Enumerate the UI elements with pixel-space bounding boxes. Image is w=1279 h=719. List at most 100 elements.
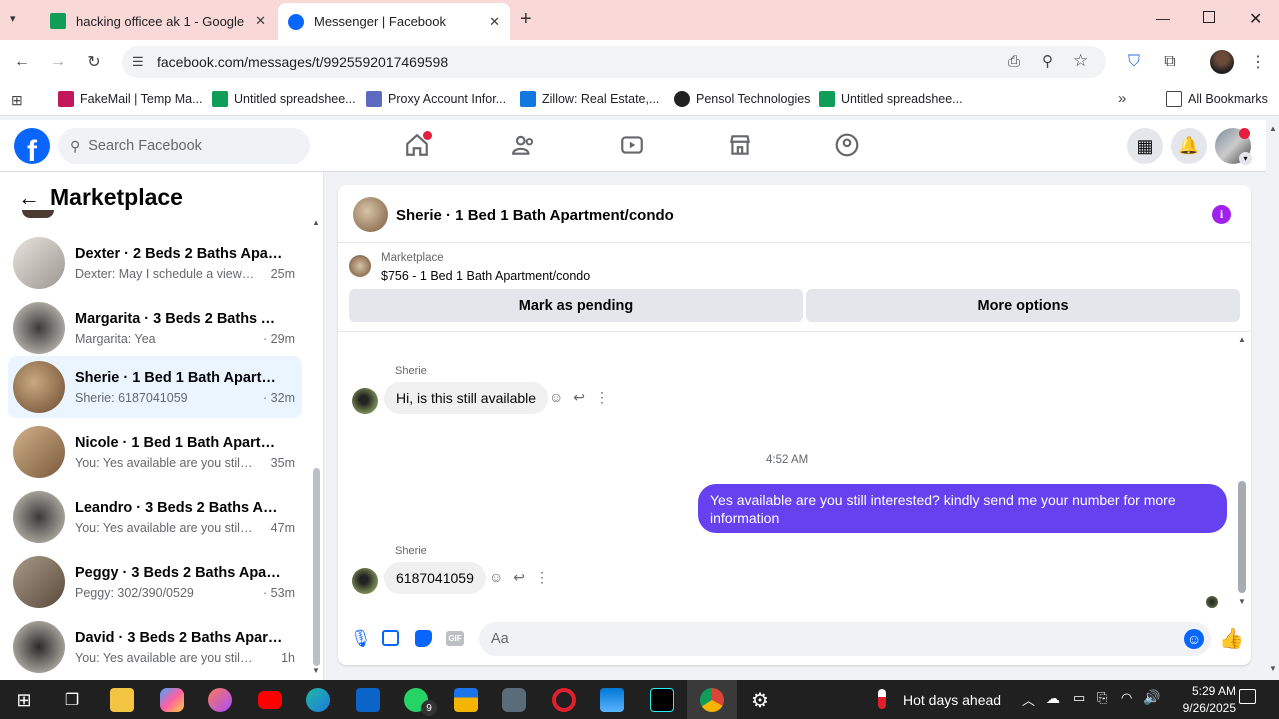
sticker-icon[interactable] <box>415 630 432 647</box>
sender-avatar[interactable] <box>352 388 378 414</box>
emoji-icon[interactable]: ☺ <box>1184 629 1204 649</box>
sender-avatar[interactable] <box>352 568 378 594</box>
close-icon[interactable]: ✕ <box>255 13 266 29</box>
conversation-item[interactable]: Sherie · 1 Bed 1 Bath Apartment... Sherie… <box>8 356 302 418</box>
app-icon[interactable] <box>208 688 232 712</box>
window-close-icon[interactable]: ✕ <box>1249 9 1262 29</box>
message-bubble-outgoing[interactable]: Yes available are you still interested? … <box>698 484 1227 533</box>
scroll-up-icon[interactable]: ▲ <box>1238 335 1246 344</box>
like-thumb-icon[interactable]: 👍 <box>1219 626 1244 651</box>
settings-gear-icon[interactable]: ⚙ <box>748 688 772 712</box>
bookmark-spreadsheet-2[interactable]: Untitled spreadshee... <box>819 91 963 107</box>
store-icon[interactable] <box>600 688 624 712</box>
install-app-icon[interactable]: ⎙ <box>1008 53 1020 70</box>
conversation-item[interactable]: Nicole · 1 Bed 1 Bath Apartment... You: Y… <box>8 421 302 483</box>
reload-icon[interactable]: ↻ <box>82 50 106 74</box>
scroll-down-icon[interactable]: ▼ <box>1269 664 1277 673</box>
microphone-icon[interactable]: 🎙 <box>350 629 372 649</box>
chat-scrollbar[interactable]: ▲ ▼ <box>1236 335 1248 607</box>
clock-time[interactable]: 5:29 AM <box>1172 684 1236 698</box>
opera-icon[interactable] <box>552 688 576 712</box>
browser-menu-icon[interactable]: ⋮ <box>1246 50 1270 74</box>
volume-icon[interactable]: 🔊 <box>1143 689 1160 706</box>
back-arrow-icon[interactable]: ← <box>18 185 40 211</box>
tab-google-sheets[interactable]: hacking officee ak 1 - Google D ✕ <box>40 6 276 36</box>
more-bookmarks-icon[interactable]: » <box>1118 90 1126 107</box>
react-icon[interactable]: ☺ <box>489 569 503 586</box>
bookmark-star-icon[interactable]: ☆ <box>1073 51 1088 71</box>
tab-messenger[interactable]: Messenger | Facebook ✕ <box>278 3 510 40</box>
watch-icon[interactable] <box>619 132 649 160</box>
listing-title[interactable]: $756 - 1 Bed 1 Bath Apartment/condo <box>381 269 590 283</box>
scroll-up-icon[interactable]: ▲ <box>1269 124 1277 133</box>
profile-avatar[interactable] <box>1210 50 1234 74</box>
bookmark-spreadsheet-1[interactable]: Untitled spreadshee... <box>212 91 356 107</box>
tab-search-icon[interactable]: ▾ <box>10 12 16 25</box>
facebook-logo[interactable]: f <box>14 128 50 164</box>
home-icon[interactable] <box>404 131 434 160</box>
more-icon[interactable]: ⋮ <box>595 389 609 406</box>
notifications-bell-icon[interactable]: 🔔 <box>1171 128 1207 164</box>
copilot-icon[interactable] <box>160 688 184 712</box>
scroll-up-icon[interactable]: ▲ <box>312 218 320 227</box>
panel-scrollbar[interactable]: ▲ ▼ <box>310 214 322 680</box>
scroll-thumb[interactable] <box>313 468 320 666</box>
weather-text[interactable]: Hot days ahead <box>903 692 1001 708</box>
notification-center-icon[interactable] <box>1239 689 1256 704</box>
facebook-search-input[interactable]: ⚲ Search Facebook <box>58 128 310 164</box>
mark-pending-button[interactable]: Mark as pending <box>349 289 803 322</box>
battery-saver-icon[interactable]: ▭ <box>1073 690 1085 706</box>
marketplace-icon[interactable] <box>727 132 757 160</box>
close-icon[interactable]: ✕ <box>489 14 500 30</box>
clock-date[interactable]: 9/26/2025 <box>1162 701 1236 715</box>
chat-avatar[interactable] <box>353 197 388 232</box>
bookmark-pensol[interactable]: Pensol Technologies <box>674 91 810 107</box>
youtube-icon[interactable] <box>258 691 282 709</box>
more-icon[interactable]: ⋮ <box>535 569 549 586</box>
chrome-icon[interactable] <box>700 688 724 712</box>
reply-icon[interactable]: ↩ <box>573 389 585 406</box>
photo-icon[interactable] <box>382 630 399 646</box>
scroll-thumb[interactable] <box>1238 481 1246 593</box>
conversation-item[interactable]: David · 3 Beds 2 Baths Apartme... You: Ye… <box>8 616 302 678</box>
conversation-item[interactable]: Dexter · 2 Beds 2 Baths Apartm... Dexter:… <box>8 232 302 294</box>
tiktok-icon[interactable] <box>650 688 674 712</box>
site-info-icon[interactable]: ☰ <box>132 54 144 70</box>
scroll-down-icon[interactable]: ▼ <box>1238 597 1246 606</box>
conversation-item[interactable]: Leandro · 3 Beds 2 Baths Apart... You: Ye… <box>8 486 302 548</box>
minimize-icon[interactable]: — <box>1156 10 1170 26</box>
menu-grid-icon[interactable]: ▦ <box>1127 128 1163 164</box>
chat-title[interactable]: Sherie · 1 Bed 1 Bath Apartment/condo <box>396 207 674 224</box>
back-icon[interactable]: ← <box>10 50 34 74</box>
forward-icon[interactable]: → <box>46 50 70 74</box>
scroll-down-icon[interactable]: ▼ <box>312 666 320 675</box>
reply-icon[interactable]: ↩ <box>513 569 525 586</box>
address-bar[interactable]: ☰ facebook.com/messages/t/99255920174695… <box>122 46 1106 78</box>
edge-icon[interactable] <box>306 688 330 712</box>
task-view-icon[interactable]: ❐ <box>60 688 84 712</box>
all-bookmarks[interactable]: All Bookmarks <box>1166 91 1268 107</box>
restore-icon[interactable] <box>1203 11 1215 23</box>
wifi-icon[interactable]: ◠ <box>1121 690 1132 706</box>
more-options-button[interactable]: More options <box>806 289 1240 322</box>
onedrive-cloud-icon[interactable]: ☁ <box>1046 690 1060 707</box>
info-icon[interactable]: i <box>1212 205 1231 224</box>
file-explorer-icon[interactable] <box>110 688 134 712</box>
conversation-item[interactable]: Margarita · 3 Beds 2 Baths Apar... Margar… <box>8 297 302 359</box>
new-tab-icon[interactable]: + <box>520 8 532 31</box>
page-scrollbar[interactable]: ▲ ▼ <box>1266 120 1279 680</box>
outlook-icon[interactable] <box>356 688 380 712</box>
medal-app-icon[interactable] <box>454 688 478 712</box>
account-avatar[interactable]: ▾ <box>1215 128 1252 165</box>
message-input[interactable]: Aa ☺ <box>479 622 1211 656</box>
listing-thumb[interactable] <box>349 255 371 277</box>
device-icon[interactable]: ⎘ <box>1097 690 1107 706</box>
windows-start-icon[interactable]: ⊞ <box>12 688 36 712</box>
message-bubble-incoming[interactable]: 6187041059 <box>384 562 486 594</box>
zoom-icon[interactable]: ⚲ <box>1042 52 1053 70</box>
friends-icon[interactable] <box>511 132 541 160</box>
conversation-item[interactable]: Peggy · 3 Beds 2 Baths Apartme... Peggy: … <box>8 551 302 613</box>
extensions-icon[interactable]: ⧉ <box>1158 50 1182 74</box>
gif-icon[interactable]: GIF <box>446 631 464 646</box>
message-bubble-incoming[interactable]: Hi, is this still available <box>384 382 549 414</box>
